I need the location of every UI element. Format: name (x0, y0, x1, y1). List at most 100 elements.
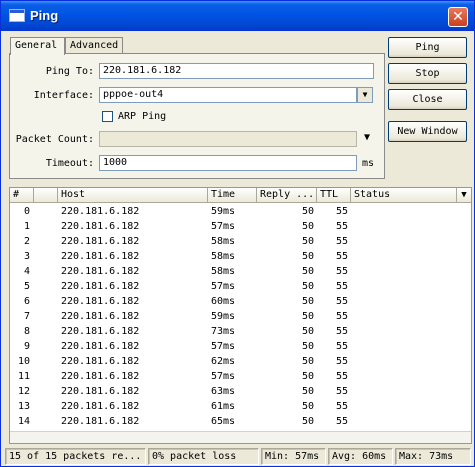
table-row[interactable]: 4 220.181.6.182 58ms 50 55 (10, 264, 471, 279)
cell-index: 2 (23, 236, 30, 247)
table-row[interactable]: 9 220.181.6.182 57ms 50 55 (10, 339, 471, 354)
cell-host: 220.181.6.182 (61, 221, 140, 232)
tab-general[interactable]: General (10, 37, 65, 55)
dropdown-arrow-icon[interactable]: ▼ (359, 131, 375, 147)
cell-index: 9 (23, 341, 30, 352)
cell-time: 63ms (211, 386, 236, 397)
status-min: Min: 57ms (261, 448, 326, 465)
cell-time: 65ms (211, 416, 236, 427)
table-row[interactable]: 3 220.181.6.182 58ms 50 55 (10, 249, 471, 264)
cell-host: 220.181.6.182 (61, 401, 140, 412)
cell-ttl: 55 (335, 266, 348, 277)
column-menu-icon[interactable]: ▼ (457, 188, 471, 203)
cell-ttl: 55 (335, 236, 348, 247)
cell-time: 58ms (211, 236, 236, 247)
stop-button[interactable]: Stop (388, 63, 467, 84)
table-row[interactable]: 13 220.181.6.182 61ms 50 55 (10, 399, 471, 414)
cell-ttl: 55 (335, 251, 348, 262)
new-window-button[interactable]: New Window (388, 121, 467, 142)
horizontal-scrollbar[interactable] (10, 431, 471, 443)
title-bar[interactable]: Ping ✕ (1, 1, 474, 31)
cell-ttl: 55 (335, 296, 348, 307)
cell-host: 220.181.6.182 (61, 371, 140, 382)
table-row[interactable]: 8 220.181.6.182 73ms 50 55 (10, 324, 471, 339)
table-header: # Host Time Reply ... TTL Status ▼ (10, 188, 471, 203)
table-row[interactable]: 6 220.181.6.182 60ms 50 55 (10, 294, 471, 309)
cell-reply: 50 (301, 356, 314, 367)
column-header-reply[interactable]: Reply ... (257, 188, 317, 203)
column-header-index[interactable]: # (10, 188, 34, 203)
cell-reply: 50 (301, 401, 314, 412)
cell-reply: 50 (301, 266, 314, 277)
cell-host: 220.181.6.182 (61, 386, 140, 397)
cell-reply: 50 (301, 296, 314, 307)
cell-index: 12 (17, 386, 30, 397)
window-icon (9, 9, 25, 22)
table-row[interactable]: 1 220.181.6.182 57ms 50 55 (10, 219, 471, 234)
cell-time: 59ms (211, 206, 236, 217)
cell-reply: 50 (301, 416, 314, 427)
cell-ttl: 55 (335, 386, 348, 397)
cell-ttl: 55 (335, 416, 348, 427)
cell-reply: 50 (301, 341, 314, 352)
interface-select[interactable]: pppoe-out4 (99, 87, 357, 103)
table-row[interactable]: 11 220.181.6.182 57ms 50 55 (10, 369, 471, 384)
cell-ttl: 55 (335, 356, 348, 367)
cell-index: 14 (17, 416, 30, 427)
cell-ttl: 55 (335, 401, 348, 412)
cell-index: 0 (23, 206, 30, 217)
column-header-ttl[interactable]: TTL (317, 188, 351, 203)
column-header-blank[interactable] (34, 188, 58, 203)
arp-ping-checkbox[interactable] (102, 111, 113, 122)
cell-host: 220.181.6.182 (61, 266, 140, 277)
table-row[interactable]: 2 220.181.6.182 58ms 50 55 (10, 234, 471, 249)
cell-time: 57ms (211, 281, 236, 292)
cell-time: 61ms (211, 401, 236, 412)
status-max: Max: 73ms (395, 448, 471, 465)
cell-time: 57ms (211, 371, 236, 382)
cell-time: 73ms (211, 326, 236, 337)
status-avg: Avg: 60ms (328, 448, 393, 465)
dropdown-arrow-icon[interactable]: ▼ (357, 87, 373, 103)
timeout-unit: ms (362, 158, 375, 169)
ping-button[interactable]: Ping (388, 37, 467, 58)
cell-ttl: 55 (335, 371, 348, 382)
cell-index: 7 (23, 311, 30, 322)
table-row[interactable]: 5 220.181.6.182 57ms 50 55 (10, 279, 471, 294)
cell-reply: 50 (301, 206, 314, 217)
cell-index: 1 (23, 221, 30, 232)
cell-reply: 50 (301, 371, 314, 382)
cell-ttl: 55 (335, 221, 348, 232)
window-title: Ping (30, 8, 59, 23)
packet-count-field[interactable] (99, 131, 357, 147)
table-row[interactable]: 14 220.181.6.182 65ms 50 55 (10, 414, 471, 429)
cell-index: 10 (17, 356, 30, 367)
tab-advanced-label[interactable]: Advanced (65, 37, 123, 54)
column-header-time[interactable]: Time (208, 188, 257, 203)
table-row[interactable]: 10 220.181.6.182 62ms 50 55 (10, 354, 471, 369)
ping-to-field[interactable]: 220.181.6.182 (99, 63, 374, 79)
column-header-host[interactable]: Host (58, 188, 208, 203)
general-panel: Ping To: 220.181.6.182 Interface: pppoe-… (9, 53, 385, 179)
cell-host: 220.181.6.182 (61, 251, 140, 262)
cell-host: 220.181.6.182 (61, 311, 140, 322)
table-row[interactable]: 0 220.181.6.182 59ms 50 55 (10, 204, 471, 219)
cell-reply: 50 (301, 326, 314, 337)
cell-index: 3 (23, 251, 30, 262)
table-row[interactable]: 12 220.181.6.182 63ms 50 55 (10, 384, 471, 399)
status-packet-loss: 0% packet loss (148, 448, 259, 465)
timeout-field[interactable]: 1000 (99, 155, 357, 171)
table-row[interactable]: 7 220.181.6.182 59ms 50 55 (10, 309, 471, 324)
close-icon[interactable]: ✕ (448, 7, 468, 27)
cell-ttl: 55 (335, 311, 348, 322)
column-header-status[interactable]: Status (351, 188, 457, 203)
interface-label: Interface: (33, 90, 94, 101)
cell-time: 57ms (211, 341, 236, 352)
cell-time: 62ms (211, 356, 236, 367)
status-packets: 15 of 15 packets re... (5, 448, 146, 465)
cell-reply: 50 (301, 221, 314, 232)
cell-host: 220.181.6.182 (61, 206, 140, 217)
cell-time: 58ms (211, 251, 236, 262)
close-button[interactable]: Close (388, 89, 467, 110)
cell-index: 11 (17, 371, 30, 382)
